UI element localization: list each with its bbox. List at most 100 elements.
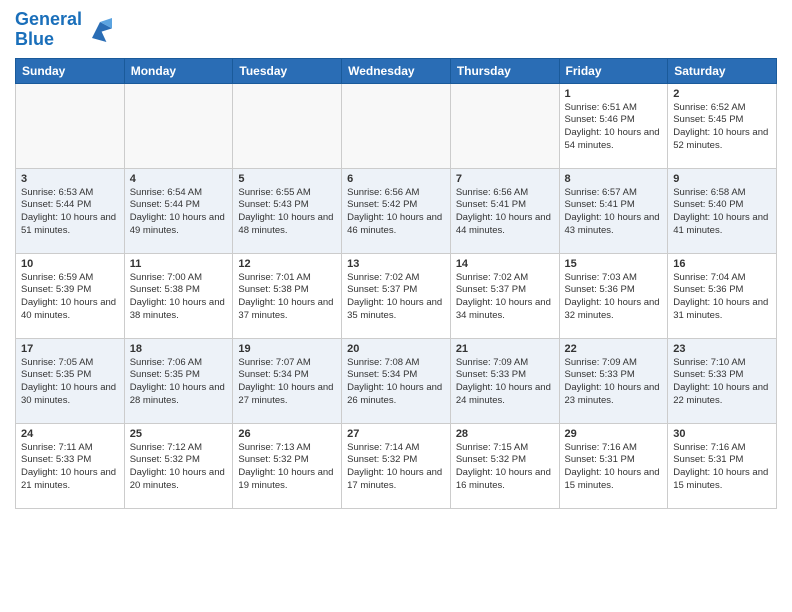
day-details: Sunrise: 7:09 AMSunset: 5:33 PMDaylight:… bbox=[456, 357, 554, 408]
day-details: Sunrise: 6:56 AMSunset: 5:42 PMDaylight:… bbox=[347, 187, 445, 238]
day-details: Sunrise: 6:56 AMSunset: 5:41 PMDaylight:… bbox=[456, 187, 554, 238]
calendar-cell: 24 Sunrise: 7:11 AMSunset: 5:33 PMDayligh… bbox=[16, 423, 125, 508]
calendar-cell: 15 Sunrise: 7:03 AMSunset: 5:36 PMDayligh… bbox=[559, 253, 668, 338]
day-number: 22 bbox=[565, 343, 663, 355]
day-details: Sunrise: 6:59 AMSunset: 5:39 PMDaylight:… bbox=[21, 272, 119, 323]
day-number: 5 bbox=[238, 173, 336, 185]
header: General Blue bbox=[15, 10, 777, 50]
calendar-cell bbox=[233, 83, 342, 168]
calendar-cell: 13 Sunrise: 7:02 AMSunset: 5:37 PMDayligh… bbox=[342, 253, 451, 338]
day-number: 26 bbox=[238, 428, 336, 440]
calendar-cell: 21 Sunrise: 7:09 AMSunset: 5:33 PMDayligh… bbox=[450, 338, 559, 423]
day-details: Sunrise: 7:09 AMSunset: 5:33 PMDaylight:… bbox=[565, 357, 663, 408]
calendar-week-1: 1 Sunrise: 6:51 AMSunset: 5:46 PMDaylight… bbox=[16, 83, 777, 168]
day-number: 10 bbox=[21, 258, 119, 270]
calendar-cell: 2 Sunrise: 6:52 AMSunset: 5:45 PMDaylight… bbox=[668, 83, 777, 168]
calendar-cell: 4 Sunrise: 6:54 AMSunset: 5:44 PMDaylight… bbox=[124, 168, 233, 253]
calendar-cell: 28Sunrise: 7:15 AMSunset: 5:32 PMDayligh… bbox=[450, 423, 559, 508]
day-number: 27 bbox=[347, 428, 445, 440]
day-number: 7 bbox=[456, 173, 554, 185]
day-details: Sunrise: 7:16 AMSunset: 5:31 PMDaylight:… bbox=[565, 442, 663, 493]
calendar-col-thursday: Thursday bbox=[450, 58, 559, 83]
calendar-cell: 12Sunrise: 7:01 AMSunset: 5:38 PMDayligh… bbox=[233, 253, 342, 338]
day-number: 16 bbox=[673, 258, 771, 270]
calendar-week-4: 17 Sunrise: 7:05 AMSunset: 5:35 PMDayligh… bbox=[16, 338, 777, 423]
calendar-col-friday: Friday bbox=[559, 58, 668, 83]
day-number: 28 bbox=[456, 428, 554, 440]
calendar-cell: 26Sunrise: 7:13 AMSunset: 5:32 PMDayligh… bbox=[233, 423, 342, 508]
calendar-cell: 14 Sunrise: 7:02 AMSunset: 5:37 PMDayligh… bbox=[450, 253, 559, 338]
calendar-col-wednesday: Wednesday bbox=[342, 58, 451, 83]
calendar-cell: 18 Sunrise: 7:06 AMSunset: 5:35 PMDayligh… bbox=[124, 338, 233, 423]
day-number: 8 bbox=[565, 173, 663, 185]
day-details: Sunrise: 6:57 AMSunset: 5:41 PMDaylight:… bbox=[565, 187, 663, 238]
day-number: 14 bbox=[456, 258, 554, 270]
day-details: Sunrise: 7:16 AMSunset: 5:31 PMDaylight:… bbox=[673, 442, 771, 493]
calendar-cell: 20 Sunrise: 7:08 AMSunset: 5:34 PMDayligh… bbox=[342, 338, 451, 423]
day-details: Sunrise: 7:12 AMSunset: 5:32 PMDaylight:… bbox=[130, 442, 228, 493]
day-details: Sunrise: 7:02 AMSunset: 5:37 PMDaylight:… bbox=[456, 272, 554, 323]
calendar-cell: 29 Sunrise: 7:16 AMSunset: 5:31 PMDayligh… bbox=[559, 423, 668, 508]
calendar-cell: 11Sunrise: 7:00 AMSunset: 5:38 PMDayligh… bbox=[124, 253, 233, 338]
day-details: Sunrise: 6:52 AMSunset: 5:45 PMDaylight:… bbox=[673, 102, 771, 153]
day-number: 1 bbox=[565, 88, 663, 100]
day-details: Sunrise: 7:14 AMSunset: 5:32 PMDaylight:… bbox=[347, 442, 445, 493]
calendar-cell bbox=[124, 83, 233, 168]
calendar-cell: 8 Sunrise: 6:57 AMSunset: 5:41 PMDaylight… bbox=[559, 168, 668, 253]
day-number: 15 bbox=[565, 258, 663, 270]
logo: General Blue bbox=[15, 10, 116, 50]
day-number: 29 bbox=[565, 428, 663, 440]
day-details: Sunrise: 6:55 AMSunset: 5:43 PMDaylight:… bbox=[238, 187, 336, 238]
day-details: Sunrise: 7:06 AMSunset: 5:35 PMDaylight:… bbox=[130, 357, 228, 408]
day-number: 13 bbox=[347, 258, 445, 270]
day-details: Sunrise: 6:51 AMSunset: 5:46 PMDaylight:… bbox=[565, 102, 663, 153]
day-number: 2 bbox=[673, 88, 771, 100]
calendar-cell: 27 Sunrise: 7:14 AMSunset: 5:32 PMDayligh… bbox=[342, 423, 451, 508]
day-number: 12 bbox=[238, 258, 336, 270]
calendar-cell: 25 Sunrise: 7:12 AMSunset: 5:32 PMDayligh… bbox=[124, 423, 233, 508]
calendar-cell: 9Sunrise: 6:58 AMSunset: 5:40 PMDaylight… bbox=[668, 168, 777, 253]
day-number: 20 bbox=[347, 343, 445, 355]
logo-bird-icon bbox=[84, 14, 116, 46]
calendar-cell: 23 Sunrise: 7:10 AMSunset: 5:33 PMDayligh… bbox=[668, 338, 777, 423]
calendar-col-monday: Monday bbox=[124, 58, 233, 83]
day-details: Sunrise: 7:04 AMSunset: 5:36 PMDaylight:… bbox=[673, 272, 771, 323]
day-details: Sunrise: 7:03 AMSunset: 5:36 PMDaylight:… bbox=[565, 272, 663, 323]
day-details: Sunrise: 7:10 AMSunset: 5:33 PMDaylight:… bbox=[673, 357, 771, 408]
day-number: 21 bbox=[456, 343, 554, 355]
day-details: Sunrise: 6:54 AMSunset: 5:44 PMDaylight:… bbox=[130, 187, 228, 238]
day-details: Sunrise: 6:53 AMSunset: 5:44 PMDaylight:… bbox=[21, 187, 119, 238]
day-number: 19 bbox=[238, 343, 336, 355]
calendar-table: SundayMondayTuesdayWednesdayThursdayFrid… bbox=[15, 58, 777, 509]
day-details: Sunrise: 7:08 AMSunset: 5:34 PMDaylight:… bbox=[347, 357, 445, 408]
calendar-cell: 7 Sunrise: 6:56 AMSunset: 5:41 PMDaylight… bbox=[450, 168, 559, 253]
calendar-week-2: 3 Sunrise: 6:53 AMSunset: 5:44 PMDaylight… bbox=[16, 168, 777, 253]
calendar-cell: 3 Sunrise: 6:53 AMSunset: 5:44 PMDaylight… bbox=[16, 168, 125, 253]
day-number: 30 bbox=[673, 428, 771, 440]
calendar-cell: 1 Sunrise: 6:51 AMSunset: 5:46 PMDaylight… bbox=[559, 83, 668, 168]
day-number: 24 bbox=[21, 428, 119, 440]
page: General Blue SundayMondayTuesdayWednesda… bbox=[0, 0, 792, 519]
day-number: 4 bbox=[130, 173, 228, 185]
logo-text: General bbox=[15, 10, 82, 30]
calendar-cell: 30 Sunrise: 7:16 AMSunset: 5:31 PMDayligh… bbox=[668, 423, 777, 508]
day-number: 6 bbox=[347, 173, 445, 185]
calendar-cell bbox=[16, 83, 125, 168]
calendar-cell: 19Sunrise: 7:07 AMSunset: 5:34 PMDayligh… bbox=[233, 338, 342, 423]
day-number: 17 bbox=[21, 343, 119, 355]
day-details: Sunrise: 7:02 AMSunset: 5:37 PMDaylight:… bbox=[347, 272, 445, 323]
calendar-cell: 5 Sunrise: 6:55 AMSunset: 5:43 PMDaylight… bbox=[233, 168, 342, 253]
calendar-cell: 17 Sunrise: 7:05 AMSunset: 5:35 PMDayligh… bbox=[16, 338, 125, 423]
calendar-cell bbox=[342, 83, 451, 168]
day-number: 3 bbox=[21, 173, 119, 185]
day-number: 23 bbox=[673, 343, 771, 355]
day-details: Sunrise: 7:05 AMSunset: 5:35 PMDaylight:… bbox=[21, 357, 119, 408]
logo-text2: Blue bbox=[15, 30, 82, 50]
calendar-cell: 10 Sunrise: 6:59 AMSunset: 5:39 PMDayligh… bbox=[16, 253, 125, 338]
calendar-cell: 6 Sunrise: 6:56 AMSunset: 5:42 PMDaylight… bbox=[342, 168, 451, 253]
calendar-col-tuesday: Tuesday bbox=[233, 58, 342, 83]
day-details: Sunrise: 7:11 AMSunset: 5:33 PMDaylight:… bbox=[21, 442, 119, 493]
day-number: 25 bbox=[130, 428, 228, 440]
calendar-header-row: SundayMondayTuesdayWednesdayThursdayFrid… bbox=[16, 58, 777, 83]
day-number: 18 bbox=[130, 343, 228, 355]
